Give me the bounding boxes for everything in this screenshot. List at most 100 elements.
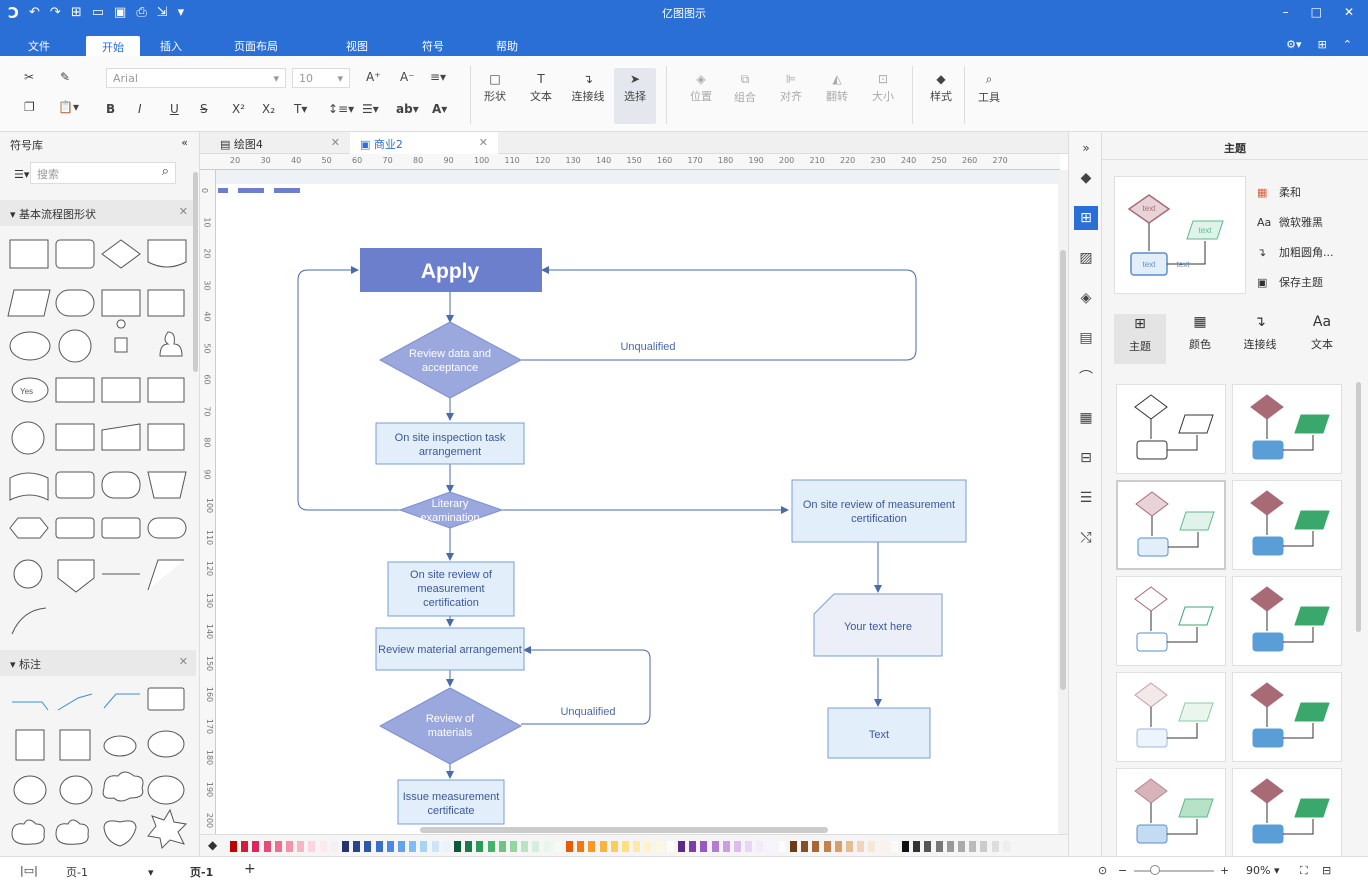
color-swatch[interactable] bbox=[644, 841, 652, 852]
zoom-level[interactable]: 90% ▾ bbox=[1246, 864, 1279, 877]
shape-punched-tape[interactable] bbox=[9, 472, 49, 501]
color-swatch[interactable] bbox=[465, 841, 473, 852]
shape-tape[interactable] bbox=[55, 423, 95, 451]
shape-predefined[interactable] bbox=[101, 289, 141, 317]
color-swatch[interactable] bbox=[790, 841, 797, 852]
layers-icon[interactable]: ◈ bbox=[1074, 286, 1098, 310]
color-swatch[interactable] bbox=[913, 841, 921, 852]
color-swatch[interactable] bbox=[689, 841, 697, 852]
color-swatch[interactable] bbox=[767, 841, 775, 852]
color-swatch[interactable] bbox=[342, 841, 349, 852]
color-swatch[interactable] bbox=[409, 841, 417, 852]
zoom-out-icon[interactable]: − bbox=[1118, 864, 1127, 877]
shape-stored-data[interactable] bbox=[101, 377, 141, 403]
shape-small-circle[interactable] bbox=[13, 559, 43, 589]
color-swatch[interactable] bbox=[958, 841, 965, 852]
color-swatch[interactable] bbox=[454, 841, 461, 852]
menu-layout[interactable]: 页面布局 bbox=[234, 38, 278, 54]
bullets-icon[interactable]: ☰▾ bbox=[362, 102, 379, 116]
shape-connector[interactable] bbox=[11, 421, 45, 455]
menu-help[interactable]: 帮助 bbox=[496, 38, 518, 54]
maximize-icon[interactable]: □ bbox=[1311, 5, 1322, 19]
color-swatch[interactable] bbox=[946, 841, 954, 852]
callout-cloud-3[interactable] bbox=[55, 819, 89, 845]
color-swatch[interactable] bbox=[666, 841, 674, 852]
line-spacing-icon[interactable]: ↕≡▾ bbox=[328, 102, 354, 116]
callout-line-3[interactable] bbox=[103, 693, 140, 709]
scroll-thumb[interactable] bbox=[1060, 250, 1066, 690]
color-swatch[interactable] bbox=[487, 841, 495, 852]
shape-off-page-ref[interactable] bbox=[57, 559, 95, 593]
shrink-font-icon[interactable]: A⁻ bbox=[400, 70, 415, 84]
color-swatch[interactable] bbox=[241, 841, 249, 852]
node-review-data[interactable] bbox=[378, 321, 523, 399]
fill-bucket-icon[interactable]: ◆ bbox=[208, 838, 217, 852]
color-swatch[interactable] bbox=[274, 841, 282, 852]
menu-insert[interactable]: 插入 bbox=[160, 38, 182, 54]
color-swatch[interactable] bbox=[554, 841, 562, 852]
color-swatch[interactable] bbox=[745, 841, 753, 852]
callout-round-2[interactable] bbox=[59, 775, 93, 805]
tools-tool[interactable]: ⌕ 工具 bbox=[974, 72, 1004, 105]
color-swatch[interactable] bbox=[286, 841, 293, 852]
callout-cloud-1[interactable] bbox=[102, 771, 144, 802]
theme-icon[interactable]: ⊞ bbox=[1074, 206, 1098, 230]
page-list-icon[interactable]: |▭| bbox=[20, 864, 38, 877]
node-review-materials[interactable] bbox=[378, 687, 523, 765]
color-swatch[interactable] bbox=[890, 841, 898, 852]
color-swatch[interactable] bbox=[812, 841, 820, 852]
align-tool[interactable]: ⊫ 对齐 bbox=[776, 72, 806, 104]
data-icon[interactable]: ⊟ bbox=[1074, 446, 1098, 470]
theme-option-connector[interactable]: ↴ 加粗圆角... bbox=[1257, 244, 1334, 260]
shape-ellipse[interactable] bbox=[9, 331, 51, 361]
strikethrough-icon[interactable]: S bbox=[200, 102, 208, 116]
color-swatch[interactable] bbox=[610, 841, 618, 852]
tab-drawing4[interactable]: ▤ 绘图4 ✕ bbox=[210, 132, 350, 154]
connector-tool[interactable]: ↴ 连接线 bbox=[570, 72, 606, 104]
color-swatch[interactable] bbox=[521, 841, 529, 852]
color-swatch[interactable] bbox=[431, 841, 439, 852]
color-swatch[interactable] bbox=[263, 841, 271, 852]
theme-thumbnail[interactable] bbox=[1232, 672, 1342, 762]
color-swatch[interactable] bbox=[476, 841, 484, 852]
color-swatch[interactable] bbox=[734, 841, 741, 852]
zoom-in-icon[interactable]: + bbox=[1220, 864, 1229, 877]
shape-display[interactable] bbox=[101, 471, 141, 499]
node-onsite-right[interactable] bbox=[791, 479, 967, 543]
section-callouts[interactable]: ▾ 标注 ✕ bbox=[0, 650, 196, 676]
color-swatch[interactable] bbox=[935, 841, 943, 852]
theme-tab-text[interactable]: Aa 文本 bbox=[1296, 314, 1348, 352]
color-swatch[interactable] bbox=[633, 841, 641, 852]
shape-alternate[interactable] bbox=[55, 471, 95, 499]
minimize-icon[interactable]: – bbox=[1283, 5, 1289, 19]
tab-business2[interactable]: ▣ 商业2 ✕ bbox=[350, 132, 498, 154]
superscript-icon[interactable]: X² bbox=[232, 102, 245, 116]
shape-decision[interactable] bbox=[101, 239, 141, 269]
color-swatch[interactable] bbox=[252, 841, 260, 852]
theme-thumbnail[interactable] bbox=[1232, 768, 1342, 858]
callout-cloud-2[interactable] bbox=[11, 819, 45, 845]
color-swatch[interactable] bbox=[543, 841, 551, 852]
color-swatch[interactable] bbox=[353, 841, 361, 852]
color-swatch[interactable] bbox=[834, 841, 842, 852]
callout-round-3[interactable] bbox=[147, 775, 185, 805]
page-icon[interactable]: ▤ bbox=[1074, 326, 1098, 350]
shape-rounded-process[interactable] bbox=[55, 239, 95, 269]
color-swatch[interactable] bbox=[308, 841, 316, 852]
color-swatch[interactable] bbox=[599, 841, 607, 852]
underline-icon[interactable]: U bbox=[170, 102, 179, 116]
outline-icon[interactable]: ☰ bbox=[1074, 486, 1098, 510]
color-swatch[interactable] bbox=[678, 841, 685, 852]
close-icon[interactable]: ✕ bbox=[1344, 5, 1354, 19]
shape-preparation[interactable] bbox=[9, 517, 49, 539]
color-swatch[interactable] bbox=[857, 841, 865, 852]
theme-tab-connector[interactable]: ↴ 连接线 bbox=[1234, 314, 1286, 352]
fullscreen-icon[interactable]: ⊟ bbox=[1322, 864, 1331, 877]
format-painter-icon[interactable]: ✎ bbox=[60, 70, 70, 84]
color-swatch[interactable] bbox=[386, 841, 394, 852]
close-icon[interactable]: ✕ bbox=[179, 655, 188, 668]
color-swatch[interactable] bbox=[722, 841, 730, 852]
color-swatch[interactable] bbox=[510, 841, 517, 852]
shape-person[interactable] bbox=[159, 331, 183, 357]
group-tool[interactable]: ⧉ 组合 bbox=[730, 72, 760, 105]
